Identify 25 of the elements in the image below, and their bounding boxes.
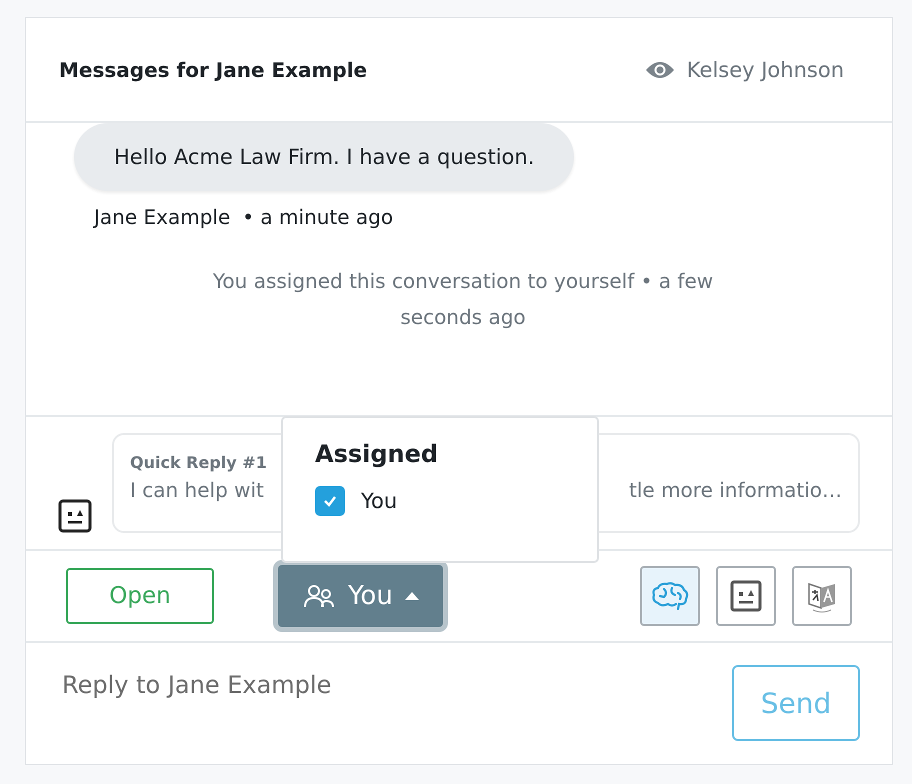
brain-icon	[650, 581, 690, 611]
message-bubble: Hello Acme Law Firm. I have a question.	[74, 123, 574, 191]
robot-button[interactable]	[716, 566, 776, 626]
message-author: Jane Example	[94, 205, 230, 229]
brain-button[interactable]	[640, 566, 700, 626]
quick-reply-text: tle more informatio…	[629, 478, 842, 502]
viewer-name: Kelsey Johnson	[686, 58, 844, 82]
assignee-button[interactable]: You	[278, 565, 443, 627]
quick-reply-text: I can help wit	[130, 478, 264, 502]
checkbox[interactable]	[315, 486, 345, 516]
conversation-title: Messages for Jane Example	[59, 58, 368, 82]
caret-icon	[404, 592, 419, 600]
quick-reply-title: Quick Reply #1	[130, 453, 267, 472]
robot-icon	[729, 579, 763, 613]
send-button[interactable]: Send	[732, 665, 860, 741]
menu-heading: Assigned	[315, 440, 440, 468]
message-time: • a minute ago	[242, 205, 394, 229]
eye-icon	[644, 60, 675, 80]
translate-button[interactable]	[792, 566, 852, 626]
option-label: You	[361, 489, 398, 513]
open-button[interactable]: Open	[66, 568, 214, 624]
event-note: You assigned this conversation to yourself • a few seconds ago	[212, 268, 714, 331]
robot-icon	[58, 499, 92, 533]
people-icon	[302, 582, 336, 610]
check-icon	[323, 495, 337, 507]
